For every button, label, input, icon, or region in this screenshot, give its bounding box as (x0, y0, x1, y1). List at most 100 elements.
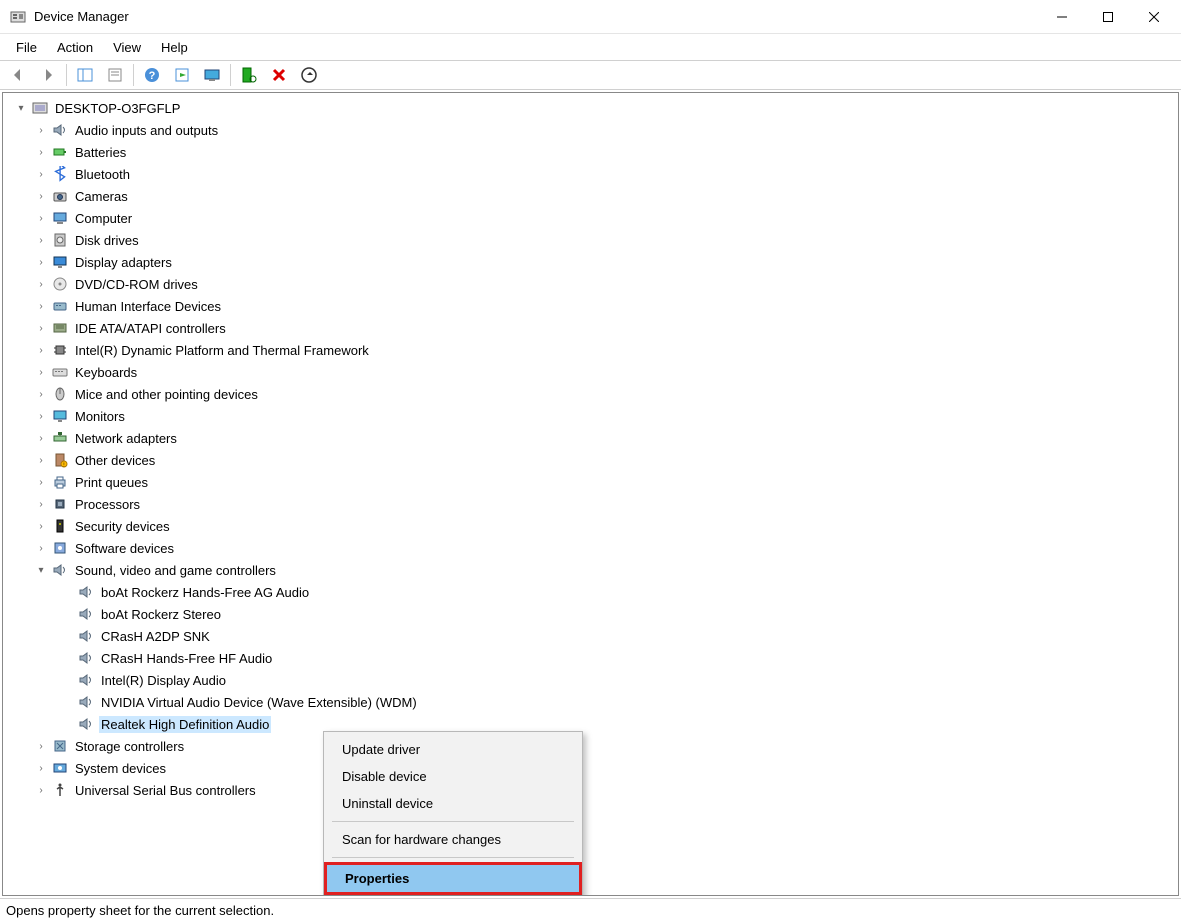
chevron-down-icon[interactable]: ▾ (13, 103, 29, 114)
menu-action[interactable]: Action (47, 36, 103, 59)
category-label[interactable]: Print queues (73, 474, 150, 491)
back-button[interactable] (4, 62, 32, 88)
chevron-right-icon[interactable]: › (33, 279, 49, 290)
maximize-button[interactable] (1085, 1, 1131, 33)
category-label[interactable]: Network adapters (73, 430, 179, 447)
chevron-right-icon[interactable]: › (33, 785, 49, 796)
tree-category-row[interactable]: › Storage controllers (3, 735, 1178, 757)
chevron-right-icon[interactable]: › (33, 257, 49, 268)
category-label[interactable]: Storage controllers (73, 738, 186, 755)
category-label[interactable]: Intel(R) Dynamic Platform and Thermal Fr… (73, 342, 371, 359)
category-label[interactable]: Keyboards (73, 364, 139, 381)
display-button[interactable] (198, 62, 226, 88)
chevron-down-icon[interactable]: ▾ (33, 565, 49, 576)
chevron-right-icon[interactable]: › (33, 345, 49, 356)
tree-category-row[interactable]: › IDE ATA/ATAPI controllers (3, 317, 1178, 339)
menu-view[interactable]: View (103, 36, 151, 59)
category-label[interactable]: Processors (73, 496, 142, 513)
context-menu-item[interactable]: Update driver (324, 736, 582, 763)
chevron-right-icon[interactable]: › (33, 323, 49, 334)
device-label[interactable]: CRasH Hands-Free HF Audio (99, 650, 274, 667)
context-menu-item[interactable]: Disable device (324, 763, 582, 790)
properties-button[interactable] (101, 62, 129, 88)
device-label[interactable]: boAt Rockerz Hands-Free AG Audio (99, 584, 311, 601)
tree-category-row[interactable]: › Intel(R) Dynamic Platform and Thermal F… (3, 339, 1178, 361)
tree-category-row[interactable]: › Batteries (3, 141, 1178, 163)
uninstall-button[interactable] (265, 62, 293, 88)
chevron-right-icon[interactable]: › (33, 455, 49, 466)
context-menu-item[interactable]: Scan for hardware changes (324, 826, 582, 853)
chevron-right-icon[interactable]: › (33, 499, 49, 510)
forward-button[interactable] (34, 62, 62, 88)
chevron-right-icon[interactable]: › (33, 169, 49, 180)
tree-device-row[interactable]: CRasH Hands-Free HF Audio (3, 647, 1178, 669)
category-label[interactable]: Universal Serial Bus controllers (73, 782, 258, 799)
tree-category-row[interactable]: › Network adapters (3, 427, 1178, 449)
close-button[interactable] (1131, 1, 1177, 33)
device-label[interactable]: Intel(R) Display Audio (99, 672, 228, 689)
tree-device-row[interactable]: boAt Rockerz Stereo (3, 603, 1178, 625)
tree-category-row[interactable]: › Security devices (3, 515, 1178, 537)
category-label[interactable]: Mice and other pointing devices (73, 386, 260, 403)
tree-device-row[interactable]: Intel(R) Display Audio (3, 669, 1178, 691)
chevron-right-icon[interactable]: › (33, 521, 49, 532)
enable-button[interactable] (295, 62, 323, 88)
category-label[interactable]: Cameras (73, 188, 130, 205)
tree-category-row[interactable]: › Mice and other pointing devices (3, 383, 1178, 405)
minimize-button[interactable] (1039, 1, 1085, 33)
chevron-right-icon[interactable]: › (33, 389, 49, 400)
menu-help[interactable]: Help (151, 36, 198, 59)
tree-category-row[interactable]: ›!Other devices (3, 449, 1178, 471)
chevron-right-icon[interactable]: › (33, 235, 49, 246)
chevron-right-icon[interactable]: › (33, 301, 49, 312)
tree-category-row[interactable]: › Monitors (3, 405, 1178, 427)
help-button[interactable]: ? (138, 62, 166, 88)
tree-category-row[interactable]: › Human Interface Devices (3, 295, 1178, 317)
tree-device-row[interactable]: NVIDIA Virtual Audio Device (Wave Extens… (3, 691, 1178, 713)
device-label[interactable]: NVIDIA Virtual Audio Device (Wave Extens… (99, 694, 419, 711)
category-label[interactable]: Audio inputs and outputs (73, 122, 220, 139)
chevron-right-icon[interactable]: › (33, 433, 49, 444)
tree-category-row[interactable]: › Audio inputs and outputs (3, 119, 1178, 141)
chevron-right-icon[interactable]: › (33, 125, 49, 136)
tree-root-row[interactable]: ▾DESKTOP-O3FGFLP (3, 97, 1178, 119)
chevron-right-icon[interactable]: › (33, 147, 49, 158)
chevron-right-icon[interactable]: › (33, 477, 49, 488)
tree-device-row[interactable]: CRasH A2DP SNK (3, 625, 1178, 647)
category-label[interactable]: Security devices (73, 518, 172, 535)
tree-device-row[interactable]: boAt Rockerz Hands-Free AG Audio (3, 581, 1178, 603)
chevron-right-icon[interactable]: › (33, 543, 49, 554)
category-label[interactable]: Software devices (73, 540, 176, 557)
chevron-right-icon[interactable]: › (33, 741, 49, 752)
category-label[interactable]: Sound, video and game controllers (73, 562, 278, 579)
chevron-right-icon[interactable]: › (33, 213, 49, 224)
tree-device-row[interactable]: Realtek High Definition Audio (3, 713, 1178, 735)
category-label[interactable]: Computer (73, 210, 134, 227)
category-label[interactable]: Monitors (73, 408, 127, 425)
action-button[interactable] (168, 62, 196, 88)
category-label[interactable]: System devices (73, 760, 168, 777)
device-label[interactable]: boAt Rockerz Stereo (99, 606, 223, 623)
tree-category-row[interactable]: ›Cameras (3, 185, 1178, 207)
tree-category-row[interactable]: ›Bluetooth (3, 163, 1178, 185)
device-label[interactable]: CRasH A2DP SNK (99, 628, 212, 645)
scan-hardware-button[interactable] (235, 62, 263, 88)
device-label[interactable]: Realtek High Definition Audio (99, 716, 271, 733)
menu-file[interactable]: File (6, 36, 47, 59)
category-label[interactable]: IDE ATA/ATAPI controllers (73, 320, 228, 337)
tree-category-row[interactable]: › Keyboards (3, 361, 1178, 383)
category-label[interactable]: Batteries (73, 144, 128, 161)
tree-category-row[interactable]: ›Display adapters (3, 251, 1178, 273)
chevron-right-icon[interactable]: › (33, 763, 49, 774)
context-menu-properties[interactable]: Properties (324, 862, 582, 895)
chevron-right-icon[interactable]: › (33, 411, 49, 422)
context-menu-item[interactable]: Uninstall device (324, 790, 582, 817)
category-label[interactable]: DVD/CD-ROM drives (73, 276, 200, 293)
tree-category-row[interactable]: › Software devices (3, 537, 1178, 559)
category-label[interactable]: Human Interface Devices (73, 298, 223, 315)
show-hide-tree-button[interactable] (71, 62, 99, 88)
chevron-right-icon[interactable]: › (33, 367, 49, 378)
tree-category-row[interactable]: ▾ Sound, video and game controllers (3, 559, 1178, 581)
tree-category-row[interactable]: › Processors (3, 493, 1178, 515)
tree-category-row[interactable]: › DVD/CD-ROM drives (3, 273, 1178, 295)
